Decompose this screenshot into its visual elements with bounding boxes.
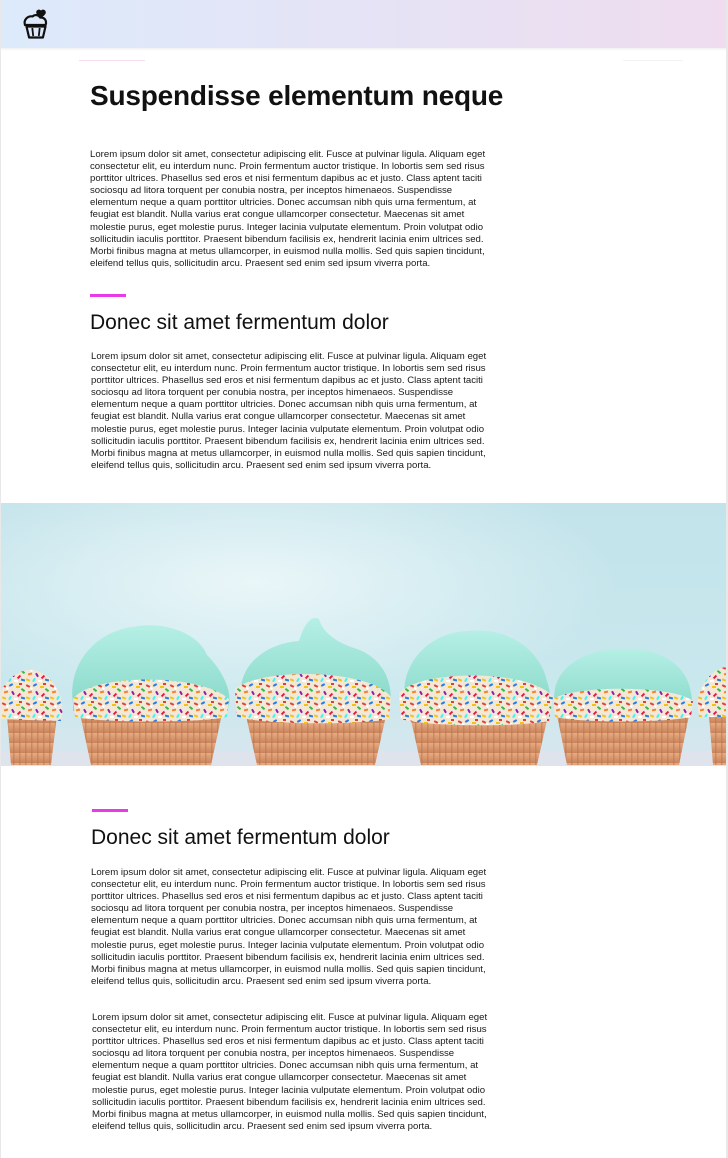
cupcake-5: [553, 648, 693, 765]
intro-paragraph: Lorem ipsum dolor sit amet, consectetur …: [90, 149, 486, 269]
section-heading: Donec sit amet fermentum dolor: [90, 311, 389, 334]
section-paragraph: Lorem ipsum dolor sit amet, consectetur …: [91, 351, 487, 471]
top-header-bar: [1, 0, 726, 48]
decorative-line: [79, 60, 145, 61]
section-paragraph: Lorem ipsum dolor sit amet, consectetur …: [92, 1012, 488, 1132]
page: Suspendisse elementum neque Lorem ipsum …: [1, 0, 726, 1158]
section-accent-bar: [92, 809, 128, 812]
header-shadow: [1, 48, 726, 51]
cupcake-icon[interactable]: [19, 7, 53, 41]
section-accent-bar: [90, 294, 126, 297]
cupcakes-hero-image: [1, 503, 726, 766]
cupcakes-photo: [1, 503, 726, 766]
decorative-line: [623, 60, 683, 61]
section-heading: Donec sit amet fermentum dolor: [91, 826, 390, 849]
page-title: Suspendisse elementum neque: [90, 80, 504, 111]
section-paragraph: Lorem ipsum dolor sit amet, consectetur …: [91, 867, 487, 987]
